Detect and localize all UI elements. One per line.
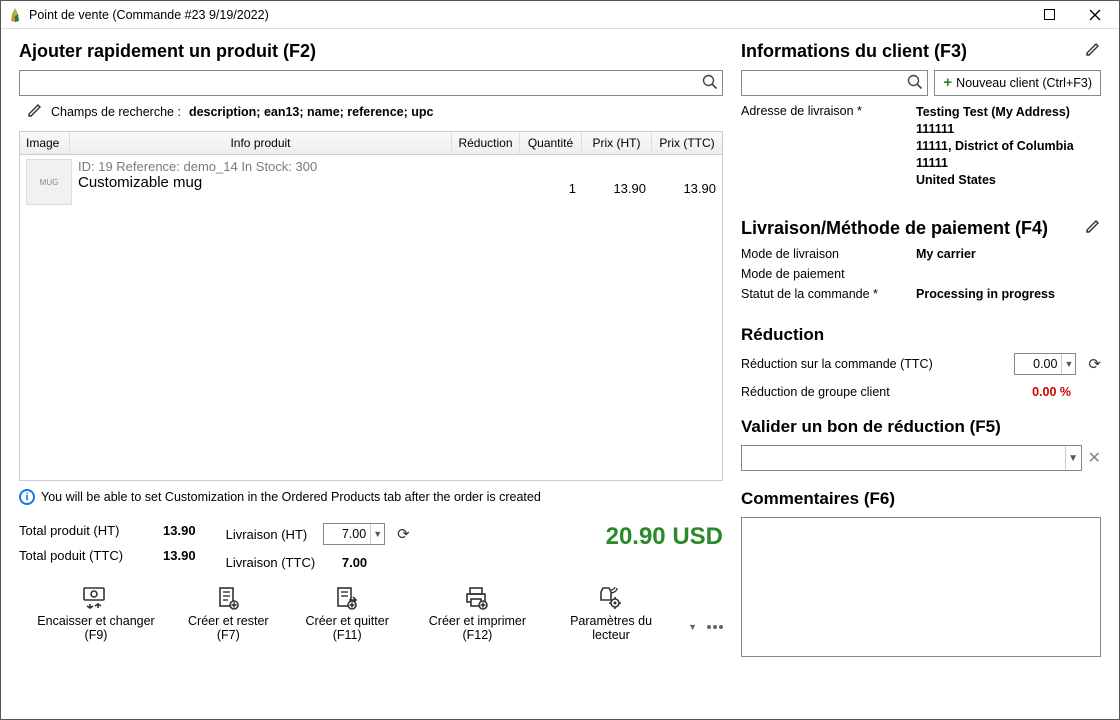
shipping-ht-label: Livraison (HT) [226,527,316,542]
product-thumbnail: MUG [26,159,72,205]
create-and-print-button[interactable]: Créer et imprimer (F12) [415,584,540,642]
edit-delivery-icon[interactable] [1085,218,1101,239]
delivery-mode-label: Mode de livraison [741,247,916,261]
cash-icon [82,584,110,612]
titlebar: Point de vente (Commande #23 9/19/2022) [1,1,1119,29]
total-product-ttc: 13.90 [163,548,196,563]
new-client-button[interactable]: + Nouveau client (Ctrl+F3) [934,70,1101,96]
refresh-icon[interactable]: ⟳ [1088,355,1101,373]
search-fields-label: Champs de recherche : [51,105,181,119]
discount-group-label: Réduction de groupe client [741,385,1024,399]
col-info[interactable]: Info produit [70,132,452,154]
document-plus-icon [216,584,240,612]
col-price-ht[interactable]: Prix (HT) [582,132,652,154]
client-search-input[interactable] [741,70,928,96]
search-icon[interactable] [907,74,923,93]
app-logo-icon [7,7,23,23]
shipping-ttc-label: Livraison (TTC) [226,555,316,570]
discount-title: Réduction [741,325,1101,345]
cell-price-ht: 13.90 [576,159,646,196]
refresh-icon[interactable]: ⟳ [397,525,410,543]
cash-and-change-button[interactable]: Encaisser et changer (F9) [27,584,165,642]
voucher-input[interactable] [742,446,1065,470]
quick-add-search-input[interactable] [19,70,723,96]
document-exit-icon [334,584,360,612]
col-quantity[interactable]: Quantité [520,132,582,154]
client-info-title: Informations du client (F3) [741,41,967,62]
window-title: Point de vente (Commande #23 9/19/2022) [29,8,1031,22]
address-label: Adresse de livraison * [741,104,916,188]
col-image[interactable]: Image [20,132,70,154]
comments-title: Commentaires (F6) [741,489,1101,509]
payment-mode-value [916,267,1101,281]
search-icon[interactable] [702,74,718,93]
delivery-payment-title: Livraison/Méthode de paiement (F4) [741,218,1048,239]
col-price-ttc[interactable]: Prix (TTC) [652,132,722,154]
search-fields-row: Champs de recherche : description; ean13… [19,102,723,121]
plus-icon: + [943,77,952,89]
info-icon: i [19,489,35,505]
chevron-down-icon[interactable]: ▼ [1061,354,1075,374]
delivery-mode-value: My carrier [916,247,1101,261]
grand-total: 20.90 USD [410,523,723,551]
quick-add-title: Ajouter rapidement un produit (F2) [19,41,723,62]
customization-note: i You will be able to set Customization … [19,489,723,505]
reader-settings-button[interactable]: Paramètres du lecteur [552,584,670,642]
comments-textarea[interactable] [741,517,1101,657]
cell-discount [446,159,514,181]
cell-qty: 1 [514,159,576,196]
shipping-ht-input[interactable]: ▼ [323,523,385,545]
table-row[interactable]: MUG ID: 19 Reference: demo_14 In Stock: … [20,155,722,209]
toolbar-overflow-button[interactable]: ▼ [686,622,723,642]
shipping-ttc: 7.00 [323,555,385,570]
chevron-down-icon[interactable]: ▼ [370,524,384,544]
col-discount[interactable]: Réduction [452,132,520,154]
clear-voucher-icon[interactable]: ✕ [1088,448,1101,468]
cell-price-ttc: 13.90 [646,159,716,196]
voucher-title: Valider un bon de réduction (F5) [741,417,1101,437]
order-status-label: Statut de la commande * [741,287,916,301]
search-fields-value: description; ean13; name; reference; upc [189,105,434,119]
total-product-ht: 13.90 [163,523,196,538]
window-maximize-button[interactable] [1031,4,1067,26]
product-name: Customizable mug [78,174,446,191]
window-close-button[interactable] [1077,4,1113,26]
total-product-ttc-label: Total poduit (TTC) [19,548,123,563]
order-status-value: Processing in progress [916,287,1101,301]
edit-fields-icon[interactable] [27,102,43,121]
discount-group-value: 0.00 % [1032,385,1071,399]
discount-order-label: Réduction sur la commande (TTC) [741,357,1006,371]
products-grid: Image Info produit Réduction Quantité Pr… [19,131,723,481]
chevron-down-icon[interactable]: ▼ [1065,446,1081,470]
address-value: Testing Test (My Address) 111111 11111, … [916,104,1101,188]
barcode-gear-icon [597,584,625,612]
payment-mode-label: Mode de paiement [741,267,916,281]
edit-client-icon[interactable] [1085,41,1101,62]
printer-plus-icon [464,584,490,612]
create-and-quit-button[interactable]: Créer et quitter (F11) [292,584,403,642]
discount-order-input[interactable]: ▼ [1014,353,1076,375]
product-meta: ID: 19 Reference: demo_14 In Stock: 300 [78,159,446,174]
total-product-ht-label: Total produit (HT) [19,523,123,538]
voucher-combo[interactable]: ▼ [741,445,1082,471]
create-and-stay-button[interactable]: Créer et rester (F7) [177,584,280,642]
